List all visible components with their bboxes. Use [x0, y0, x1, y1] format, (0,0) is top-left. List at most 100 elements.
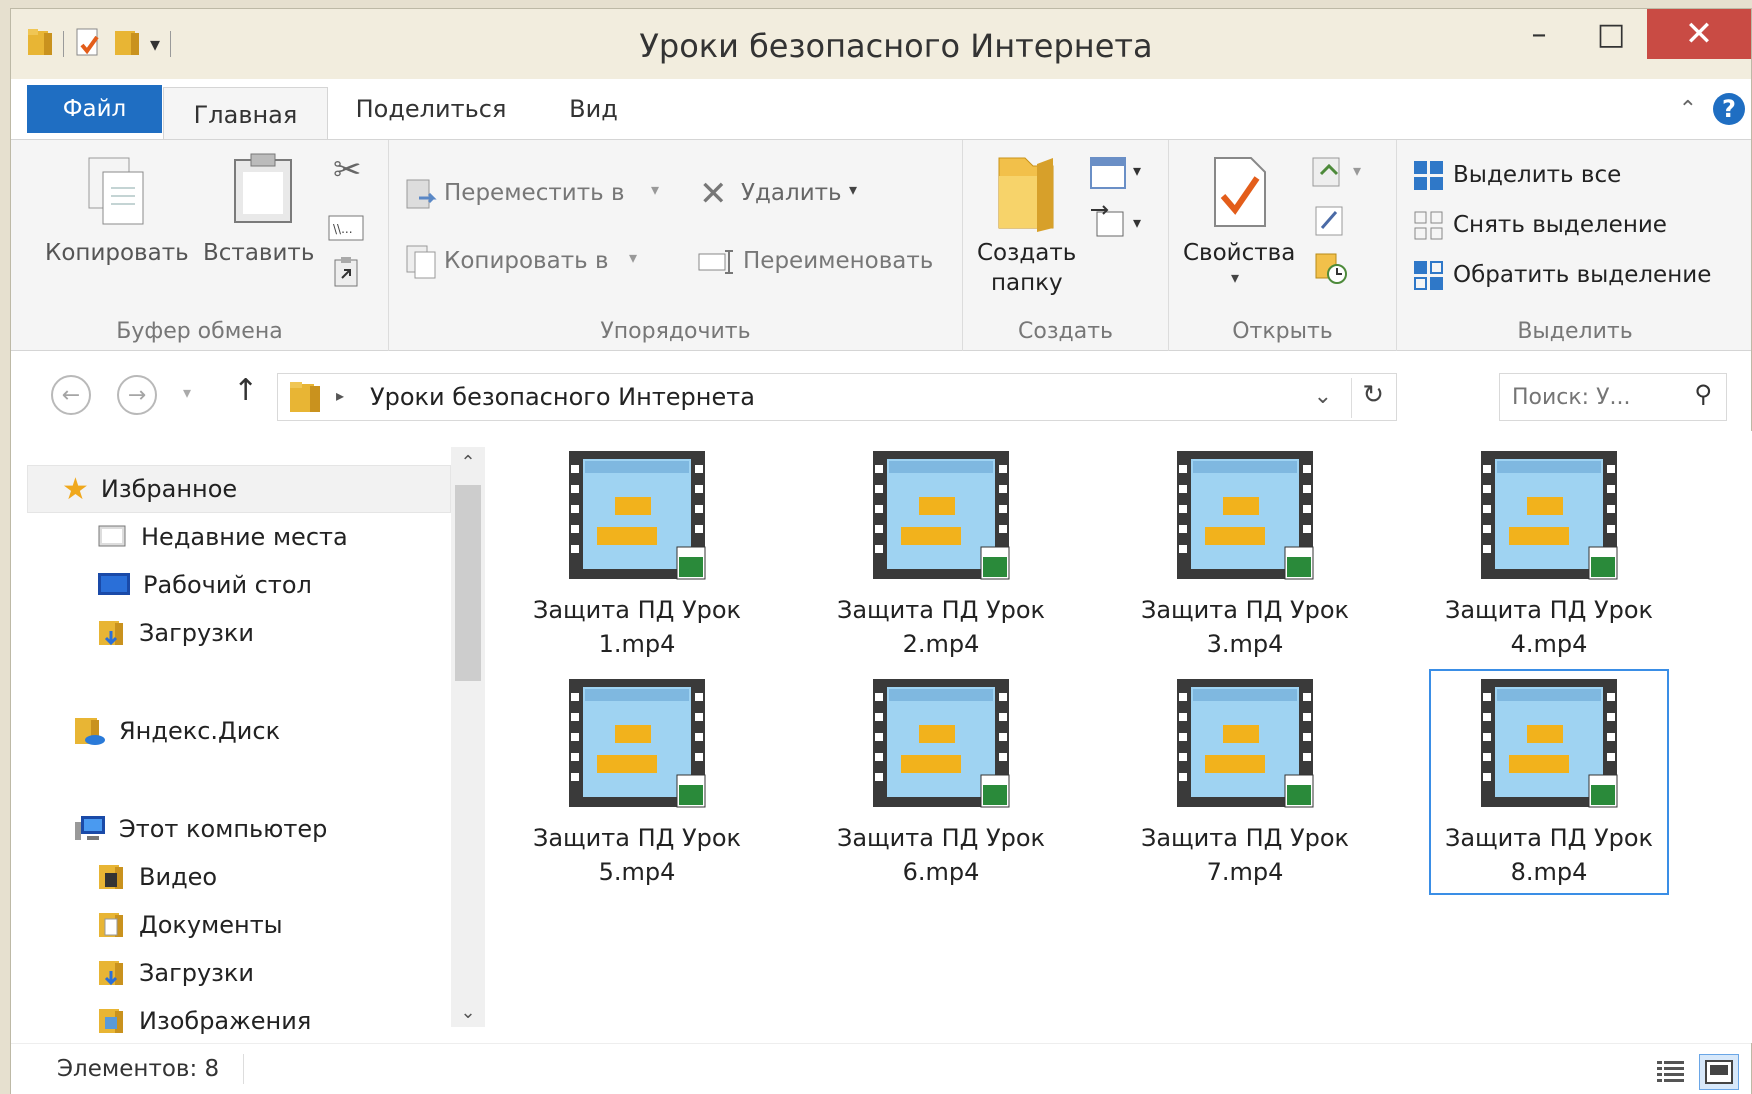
file-item[interactable]: Защита ПД Урок 1.mp4	[517, 443, 757, 669]
address-history-dropdown-icon[interactable]: ⌄	[1314, 384, 1332, 409]
videos-folder-icon	[99, 865, 123, 889]
file-name: Защита ПД Урок 2.mp4	[836, 596, 1046, 658]
new-folder-label-1: Создать	[977, 240, 1077, 266]
tab-file[interactable]: Файл	[27, 85, 162, 133]
close-button[interactable]: ✕	[1647, 9, 1751, 59]
new-group-label: Создать	[1018, 319, 1113, 344]
file-item[interactable]: Защита ПД Урок 4.mp4	[1429, 443, 1669, 669]
tab-home[interactable]: Главная	[163, 87, 328, 141]
nav-item-label: Избранное	[100, 475, 238, 503]
clipboard-group: Копировать Вставить ✂ \\... Буфер обмена	[11, 140, 389, 352]
collapse-ribbon-icon[interactable]: ⌃	[1679, 97, 1697, 122]
nav-item-downloads[interactable]: Загрузки	[97, 949, 254, 997]
back-button[interactable]: ←	[51, 375, 91, 415]
edit-icon[interactable]	[1313, 204, 1347, 238]
file-item[interactable]: Защита ПД Урок 7.mp4	[1125, 671, 1365, 897]
video-thumbnail-icon	[569, 451, 706, 580]
nav-item-label: Загрузки	[139, 959, 254, 987]
address-bar-row: ← → ▾ ↑ ▸ Уроки безопасного Интернета ⌄ …	[11, 351, 1751, 431]
scroll-down-arrow-icon[interactable]: ⌄	[451, 997, 485, 1027]
file-item[interactable]: Защита ПД Урок 5.mp4	[517, 671, 757, 897]
file-item[interactable]: Защита ПД Урок 2.mp4	[821, 443, 1061, 669]
tab-view[interactable]: Вид	[556, 79, 631, 139]
scroll-up-arrow-icon[interactable]: ⌃	[451, 447, 485, 477]
breadcrumb-separator-icon[interactable]: ▸	[336, 386, 344, 405]
move-to-label: Переместить в	[444, 180, 625, 206]
file-name: Защита ПД Урок 7.mp4	[1140, 824, 1350, 886]
properties-label: Свойства	[1183, 240, 1296, 266]
nav-item-label: Видео	[139, 863, 218, 891]
status-bar: Элементов: 8	[11, 1043, 1751, 1094]
nav-item-desktop[interactable]: Рабочий стол	[97, 561, 312, 609]
address-divider	[1351, 378, 1352, 418]
nav-item-yandex-disk[interactable]: Яндекс.Диск	[73, 707, 280, 755]
window-title: Уроки безопасного Интернета	[639, 27, 1153, 65]
copy-to-icon	[406, 245, 436, 279]
explorer-window: ▾ Уроки безопасного Интернета – □ ✕ Файл…	[10, 8, 1752, 1094]
easy-access-icon[interactable]: ▾	[1089, 204, 1147, 240]
maximize-button[interactable]: □	[1575, 9, 1647, 59]
properties-icon	[1214, 157, 1266, 227]
copy-to-label: Копировать в	[444, 248, 609, 274]
rename-icon	[698, 250, 733, 274]
select-none-icon	[1414, 211, 1443, 240]
file-item[interactable]: Защита ПД Урок 6.mp4	[821, 671, 1061, 897]
svg-text:▾: ▾	[1133, 213, 1141, 232]
select-all-label: Выделить все	[1453, 162, 1622, 188]
yandex-disk-icon	[75, 718, 105, 745]
help-icon[interactable]: ?	[1713, 93, 1745, 125]
downloads-folder-icon	[99, 961, 123, 986]
properties-dropdown-icon: ▾	[1231, 268, 1240, 287]
nav-item-label: Недавние места	[141, 523, 348, 551]
copy-path-icon[interactable]: \\...	[327, 214, 365, 242]
svg-text:▾: ▾	[1133, 161, 1141, 180]
new-item-icon[interactable]: ▾	[1089, 156, 1147, 192]
tab-share[interactable]: Поделиться	[346, 79, 516, 139]
recent-locations-dropdown-icon[interactable]: ▾	[183, 383, 191, 402]
organize-group-label: Упорядочить	[600, 319, 751, 344]
large-icons-view-button[interactable]	[1699, 1054, 1739, 1090]
paste-shortcut-icon[interactable]	[333, 256, 359, 288]
nav-item-label: Изображения	[139, 1007, 312, 1035]
open-icon[interactable]: ▾	[1309, 154, 1369, 190]
select-none-label: Снять выделение	[1453, 212, 1667, 238]
search-box[interactable]: ⚲	[1499, 373, 1727, 421]
nav-item-pictures[interactable]: Изображения	[97, 997, 311, 1045]
nav-item-label: Загрузки	[139, 619, 254, 647]
refresh-icon[interactable]: ↻	[1362, 380, 1384, 410]
copy-label: Копировать	[45, 240, 189, 266]
video-thumbnail-icon	[873, 451, 1010, 580]
nav-item-recent-places[interactable]: Недавние места	[97, 513, 348, 561]
nav-scrollbar[interactable]: ⌃ ⌄	[451, 447, 485, 1027]
nav-item-downloads-favorite[interactable]: Загрузки	[97, 609, 254, 657]
history-icon[interactable]	[1313, 252, 1349, 286]
back-arrow-icon: ←	[61, 382, 81, 408]
search-input[interactable]	[1512, 382, 1682, 412]
nav-item-this-pc[interactable]: Этот компьютер	[73, 805, 327, 853]
window-controls: – □ ✕	[1503, 9, 1751, 59]
star-icon: ★	[62, 471, 89, 507]
up-arrow-icon[interactable]: ↑	[233, 373, 258, 408]
copy-to-dropdown-icon: ▾	[629, 248, 638, 267]
scroll-thumb[interactable]	[455, 485, 481, 681]
forward-button[interactable]: →	[117, 375, 157, 415]
nav-item-favorites[interactable]: ★ Избранное	[27, 465, 451, 513]
file-item[interactable]: Защита ПД Урок 3.mp4	[1125, 443, 1365, 669]
nav-item-label: Рабочий стол	[143, 571, 312, 599]
forward-arrow-icon: →	[127, 382, 147, 408]
scissors-icon[interactable]: ✂	[333, 150, 362, 190]
breadcrumb-current-folder[interactable]: Уроки безопасного Интернета	[370, 383, 755, 411]
minimize-button[interactable]: –	[1503, 9, 1575, 59]
details-view-button[interactable]	[1651, 1054, 1691, 1090]
svg-text:▾: ▾	[1353, 161, 1361, 180]
search-icon[interactable]: ⚲	[1694, 380, 1712, 408]
delete-label: Удалить	[741, 180, 842, 206]
status-divider	[243, 1054, 244, 1084]
file-item-selected[interactable]: Защита ПД Урок 8.mp4	[1429, 669, 1669, 895]
address-box[interactable]: ▸ Уроки безопасного Интернета ⌄ ↻	[277, 373, 1397, 421]
nav-item-documents[interactable]: Документы	[97, 901, 283, 949]
documents-folder-icon	[99, 913, 123, 937]
nav-item-videos[interactable]: Видео	[97, 853, 217, 901]
file-name: Защита ПД Урок 8.mp4	[1444, 824, 1654, 886]
video-thumbnail-icon	[569, 679, 706, 808]
